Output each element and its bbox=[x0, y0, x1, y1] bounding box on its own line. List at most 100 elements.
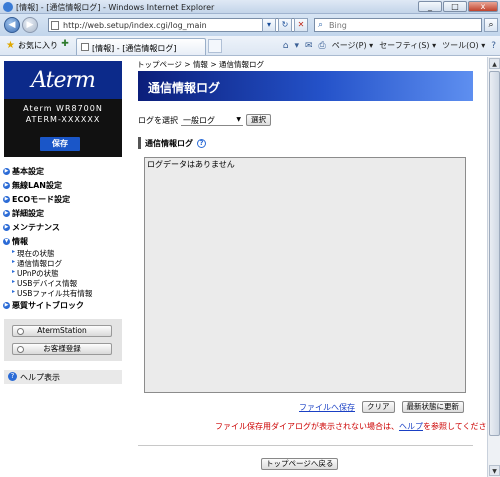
log-select-label: ログを選択 bbox=[138, 115, 178, 125]
info-submenu: ▸ 現在の状態 ▸ 通信情報ログ ▸ UPnPの状態 ▸ USBデバイス情報 ▸ USBフ… bbox=[12, 248, 127, 298]
command-bar: ⌂ ▾ ✉ ⎙ ページ(P) ▾ セーフティ(S) ▾ ツール(O) ▾ ? bbox=[283, 40, 496, 51]
brand-logo: Aterm bbox=[4, 61, 122, 99]
external-links-panel: AtermStation お客様登録 bbox=[4, 319, 122, 361]
close-button[interactable]: x bbox=[468, 1, 498, 12]
arrow-right-icon: ▶ bbox=[3, 301, 10, 309]
device-id: ATERM-XXXXXX bbox=[25, 115, 101, 124]
address-url: http://web.setup/index.cgi/log_main bbox=[63, 21, 207, 30]
select-button[interactable]: 選択 bbox=[246, 114, 271, 126]
home-icon[interactable]: ⌂ bbox=[283, 41, 289, 51]
page-menu[interactable]: ページ(P) ▾ bbox=[332, 40, 373, 51]
arrow-down-icon: ▼ bbox=[3, 237, 10, 245]
help-display-link[interactable]: ? ヘルプ表示 bbox=[4, 370, 122, 384]
customer-registration-button[interactable]: お客様登録 bbox=[12, 343, 112, 355]
save-button[interactable]: 保存 bbox=[40, 137, 80, 151]
arrow-right-icon: ▶ bbox=[3, 167, 10, 175]
aterm-logo: Aterm bbox=[31, 68, 96, 93]
sidebar-item-site-block[interactable]: ▶ 悪質サイトブロック bbox=[3, 298, 127, 312]
maximize-button[interactable]: □ bbox=[443, 1, 467, 12]
arrow-right-icon: ▶ bbox=[3, 209, 10, 217]
submenu-item-log[interactable]: ▸ 通信情報ログ bbox=[12, 258, 127, 268]
safety-menu[interactable]: セーフティ(S) ▾ bbox=[379, 40, 436, 51]
submenu-item-status[interactable]: ▸ 現在の状態 bbox=[12, 248, 127, 258]
question-icon: ? bbox=[8, 372, 17, 381]
circle-icon bbox=[17, 346, 24, 353]
favorites-label: お気に入り bbox=[17, 41, 58, 50]
log-type-select[interactable]: 一般ログ ▼ bbox=[181, 115, 243, 126]
page-viewport: Aterm Aterm WR8700N ATERM-XXXXXX 保存 ▶ 基本… bbox=[0, 57, 487, 477]
refresh-button[interactable]: 最新状態に更新 bbox=[401, 401, 464, 413]
mail-icon[interactable]: ✉ bbox=[305, 41, 313, 51]
breadcrumb-info[interactable]: 情報 bbox=[193, 60, 208, 69]
dropdown-arrow-icon[interactable]: ▾ bbox=[262, 18, 276, 32]
favorites-button[interactable]: ★ お気に入り bbox=[6, 40, 58, 51]
back-button[interactable]: ◀ bbox=[4, 17, 20, 33]
address-toolbar: ◀ ▶ http://web.setup/index.cgi/log_main … bbox=[0, 14, 500, 36]
section-bar bbox=[138, 137, 141, 149]
sidebar-item-advanced[interactable]: ▶ 詳細設定 bbox=[3, 206, 127, 220]
dropdown-arrow-icon: ▼ bbox=[236, 115, 241, 123]
scroll-down-icon[interactable]: ▼ bbox=[489, 465, 500, 476]
main-content: トップページ > 情報 > 通信情報ログ 通信情報ログ ログを選択 一般ログ ▼… bbox=[137, 57, 487, 477]
stop-icon[interactable]: ✕ bbox=[294, 18, 308, 32]
page-title: 通信情報ログ bbox=[138, 71, 473, 101]
scroll-thumb[interactable] bbox=[489, 71, 500, 436]
log-textarea[interactable]: ログデータはありません bbox=[144, 157, 466, 393]
sidebar-item-maintenance[interactable]: ▶ メンテナンス bbox=[3, 220, 127, 234]
ie-logo-icon bbox=[3, 2, 13, 12]
sidebar-item-eco[interactable]: ▶ ECOモード設定 bbox=[3, 192, 127, 206]
arrow-right-icon: ▶ bbox=[3, 223, 10, 231]
arrow-right-icon: ▶ bbox=[3, 181, 10, 189]
browser-tab[interactable]: [情報] - [通信情報ログ] bbox=[76, 38, 206, 55]
address-buttons: ▾ ↻ ✕ bbox=[262, 18, 308, 32]
scroll-up-icon[interactable]: ▲ bbox=[489, 58, 500, 69]
window-titlebar: [情報] - [通信情報ログ] - Windows Internet Explo… bbox=[0, 0, 500, 14]
notice-text: ファイル保存用ダイアログが表示されない場合は、ヘルプを参照してください。 bbox=[215, 422, 487, 431]
minimize-button[interactable]: _ bbox=[418, 1, 442, 12]
submenu-item-usb-device[interactable]: ▸ USBデバイス情報 bbox=[12, 278, 127, 288]
refresh-icon[interactable]: ↻ bbox=[278, 18, 292, 32]
search-icon[interactable]: ⌕ bbox=[484, 18, 498, 32]
log-select-row: ログを選択 一般ログ ▼ 選択 bbox=[138, 114, 271, 126]
tools-menu[interactable]: ツール(O) ▾ bbox=[442, 40, 485, 51]
tab-label: [情報] - [通信情報ログ] bbox=[92, 44, 177, 53]
circle-icon bbox=[17, 328, 24, 335]
back-to-top-button[interactable]: トップページへ戻る bbox=[261, 458, 339, 470]
forward-button[interactable]: ▶ bbox=[22, 17, 38, 33]
model-name: Aterm WR8700N bbox=[23, 104, 103, 113]
log-text: ログデータはありません bbox=[147, 160, 235, 169]
add-favorite-icon[interactable]: ✚ bbox=[58, 39, 72, 52]
sidebar-item-wlan[interactable]: ▶ 無線LAN設定 bbox=[3, 178, 127, 192]
log-actions: ファイルへ保存 クリア 最新状態に更新 bbox=[299, 401, 464, 413]
help-link[interactable]: ヘルプ bbox=[399, 422, 423, 431]
submenu-item-usb-share[interactable]: ▸ USBファイル共有情報 bbox=[12, 288, 127, 298]
window-controls: _ □ x bbox=[418, 1, 498, 12]
search-input[interactable]: ⌕ Bing bbox=[314, 18, 482, 32]
help-question-icon[interactable]: ? bbox=[197, 138, 206, 148]
submenu-item-upnp[interactable]: ▸ UPnPの状態 bbox=[12, 268, 127, 278]
favorites-bar: ★ お気に入り ✚ [情報] - [通信情報ログ] ⌂ ▾ ✉ ⎙ ページ(P)… bbox=[0, 36, 500, 56]
breadcrumb-top[interactable]: トップページ bbox=[137, 60, 182, 69]
aterm-station-button[interactable]: AtermStation bbox=[12, 325, 112, 337]
feeds-icon[interactable]: ▾ bbox=[294, 41, 299, 51]
sidebar-item-info[interactable]: ▼ 情報 bbox=[3, 234, 127, 248]
arrow-right-icon: ▶ bbox=[3, 195, 10, 203]
sidebar: Aterm Aterm WR8700N ATERM-XXXXXX 保存 ▶ 基本… bbox=[0, 57, 130, 477]
help-icon[interactable]: ? bbox=[491, 41, 496, 51]
new-tab-button[interactable] bbox=[208, 39, 222, 53]
sidebar-menu: ▶ 基本設定 ▶ 無線LAN設定 ▶ ECOモード設定 ▶ 詳細設定 ▶ メンテ… bbox=[3, 164, 127, 312]
sidebar-item-basic[interactable]: ▶ 基本設定 bbox=[3, 164, 127, 178]
save-to-file-link[interactable]: ファイルへ保存 bbox=[299, 402, 355, 413]
vertical-scrollbar[interactable]: ▲ ▼ bbox=[487, 57, 500, 477]
divider bbox=[138, 445, 473, 446]
breadcrumb: トップページ > 情報 > 通信情報ログ bbox=[137, 60, 265, 69]
section-heading: 通信情報ログ ? bbox=[138, 137, 206, 149]
breadcrumb-current: 通信情報ログ bbox=[219, 60, 265, 69]
tab-page-icon bbox=[81, 43, 89, 51]
print-icon[interactable]: ⎙ bbox=[319, 41, 326, 51]
search-placeholder: Bing bbox=[329, 21, 347, 30]
star-icon: ★ bbox=[6, 39, 15, 51]
clear-button[interactable]: クリア bbox=[362, 401, 395, 413]
bing-icon: ⌕ bbox=[318, 20, 324, 30]
window-title: [情報] - [通信情報ログ] - Windows Internet Explo… bbox=[16, 3, 215, 12]
